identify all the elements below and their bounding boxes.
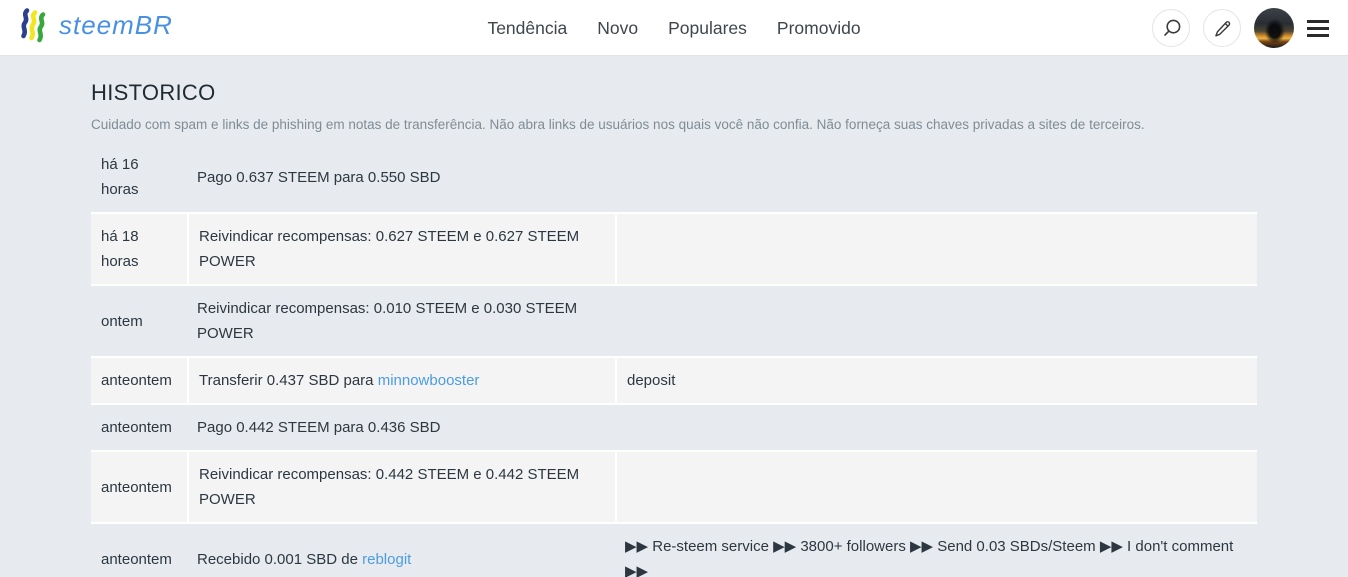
table-row: ontem Reivindicar recompensas: 0.010 STE… <box>91 286 1257 356</box>
row-date: anteontem <box>91 452 187 522</box>
pencil-icon <box>1212 18 1233 39</box>
row-description: Transferir 0.437 SBD para minnowbooster <box>187 358 615 403</box>
account-link[interactable]: reblogit <box>362 551 411 568</box>
row-memo <box>615 286 1257 356</box>
search-button[interactable] <box>1152 9 1190 47</box>
main-nav: Tendência Novo Populares Promovido <box>487 0 860 56</box>
row-memo: ▶▶ Re-steem service ▶▶ 3800+ followers ▶… <box>625 538 1234 577</box>
row-memo: deposit <box>615 358 1257 403</box>
table-row: anteontem Transferir 0.437 SBD para minn… <box>91 356 1257 405</box>
search-icon <box>1160 17 1183 40</box>
phishing-warning-text: Cuidado com spam e links de phishing em … <box>91 117 1145 132</box>
table-row: anteontem Pago 0.442 STEEM para 0.436 SB… <box>91 405 1257 450</box>
row-description: Recebido 0.001 SBD de reblogit <box>197 550 412 568</box>
app-header: steemBR Tendência Novo Populares Promovi… <box>0 0 1348 56</box>
row-description: Pago 0.637 STEEM para 0.550 SBD <box>197 168 441 186</box>
table-row: há 16 horas Pago 0.637 STEEM para 0.550 … <box>91 142 1257 212</box>
history-table: há 16 horas Pago 0.637 STEEM para 0.550 … <box>91 142 1257 577</box>
nav-promovido[interactable]: Promovido <box>777 18 861 39</box>
nav-novo[interactable]: Novo <box>597 18 638 39</box>
row-date: há 18 horas <box>91 214 187 284</box>
logo-text: steemBR <box>59 10 173 40</box>
page-title: HISTORICO <box>91 80 216 105</box>
steem-logo-icon <box>16 7 50 44</box>
nav-tendencia[interactable]: Tendência <box>487 18 567 39</box>
wallet-history-page: HISTORICO Cuidado com spam e links de ph… <box>0 56 1348 577</box>
hamburger-menu-icon[interactable] <box>1307 16 1331 40</box>
row-description: Reivindicar recompensas: 0.442 STEEM e 0… <box>187 452 615 522</box>
account-link[interactable]: minnowbooster <box>378 372 480 389</box>
row-date: anteontem <box>101 419 172 436</box>
table-row: anteontem Recebido 0.001 SBD de reblogit… <box>91 524 1257 577</box>
row-date: há 16 horas <box>101 156 139 198</box>
header-actions <box>1152 8 1331 48</box>
row-description: Reivindicar recompensas: 0.010 STEEM e 0… <box>197 300 578 342</box>
row-date: ontem <box>101 312 143 330</box>
compose-button[interactable] <box>1203 9 1241 47</box>
steembr-logo[interactable]: steemBR <box>16 7 173 44</box>
user-avatar[interactable] <box>1254 8 1294 48</box>
row-date: anteontem <box>101 550 172 568</box>
row-memo <box>615 452 1257 522</box>
nav-populares[interactable]: Populares <box>668 18 747 39</box>
row-memo <box>615 405 1257 450</box>
row-description: Pago 0.442 STEEM para 0.436 SBD <box>197 419 441 436</box>
table-row: anteontem Reivindicar recompensas: 0.442… <box>91 450 1257 524</box>
table-row: há 18 horas Reivindicar recompensas: 0.6… <box>91 212 1257 286</box>
row-date: anteontem <box>91 358 187 403</box>
row-memo <box>615 214 1257 284</box>
row-description: Reivindicar recompensas: 0.627 STEEM e 0… <box>187 214 615 284</box>
row-memo <box>615 142 1257 212</box>
